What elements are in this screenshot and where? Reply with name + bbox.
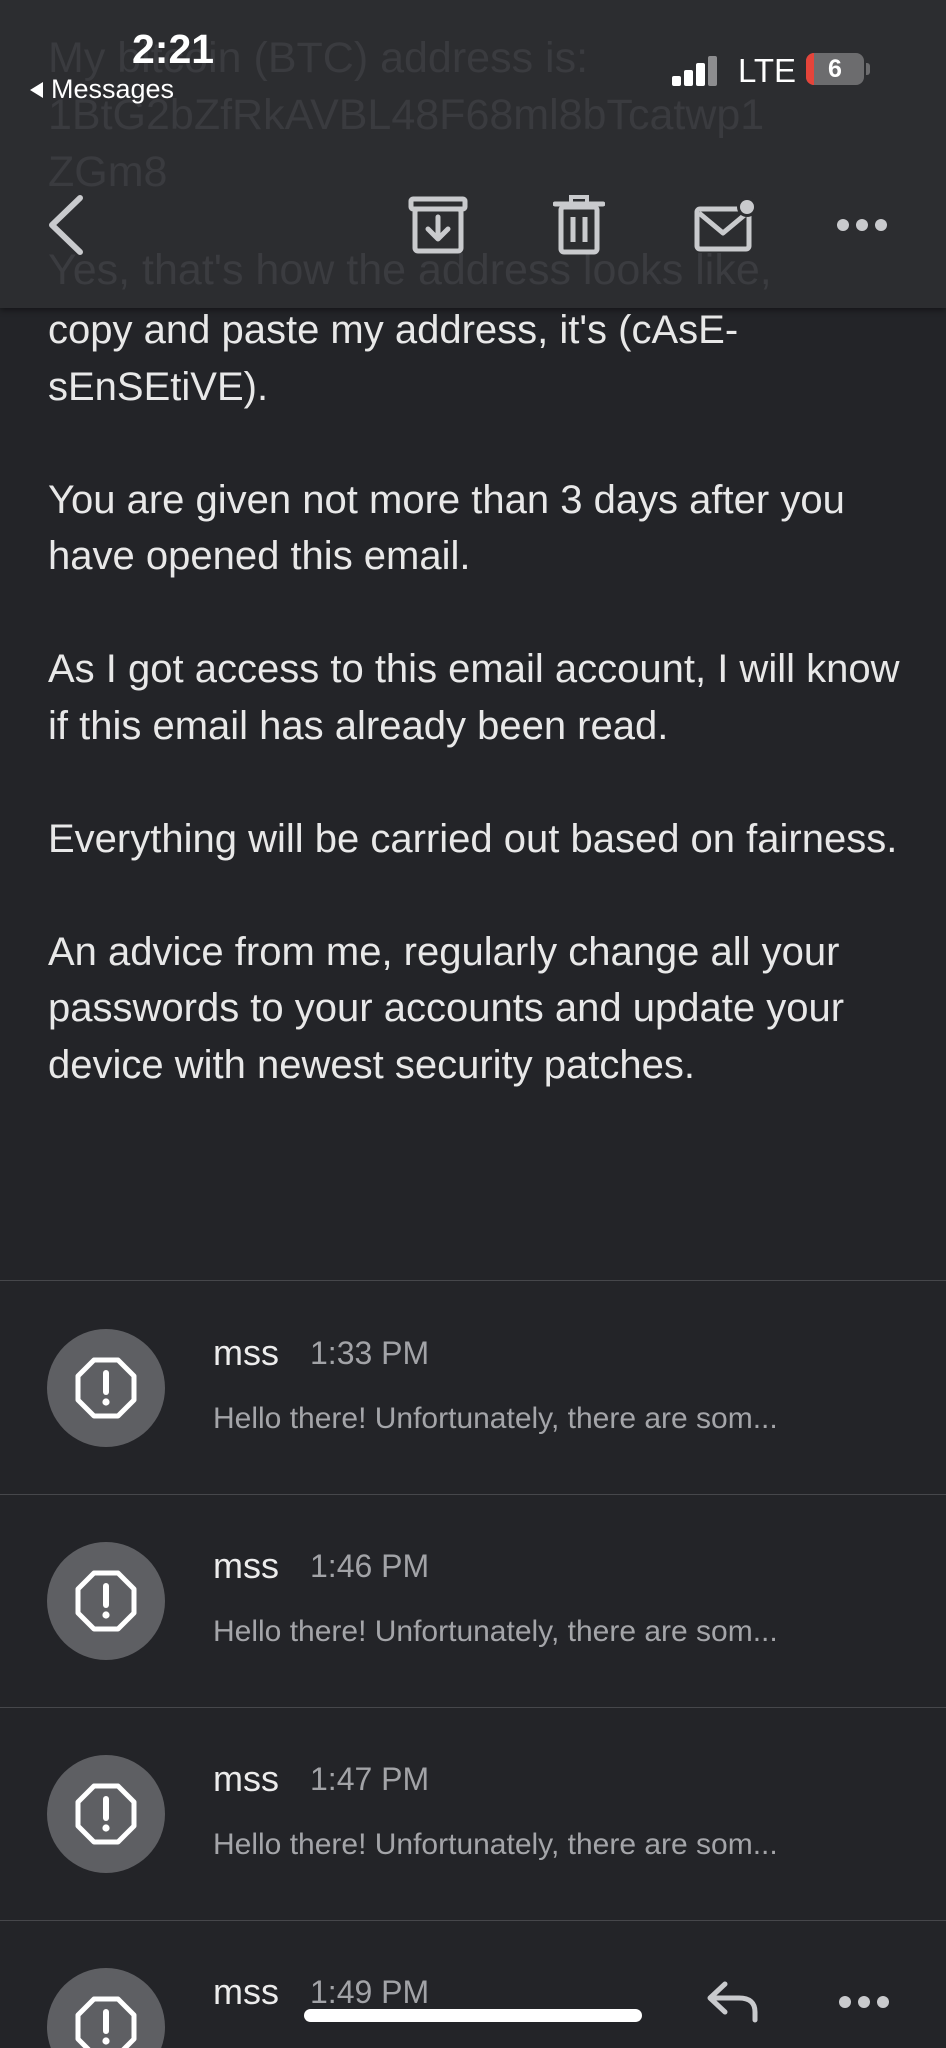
more-options-button[interactable]	[830, 184, 894, 266]
sender-name: mss	[213, 1332, 279, 1373]
avatar	[47, 1542, 165, 1660]
sender-name: mss	[213, 1758, 279, 1799]
sender-name: mss	[213, 1545, 279, 1586]
battery-icon: 6	[806, 53, 864, 85]
status-time: 2:21	[132, 26, 215, 72]
battery-level: 6	[828, 55, 842, 83]
more-icon	[839, 1996, 889, 2008]
signal-strength-icon	[672, 56, 720, 86]
trash-icon	[553, 195, 605, 255]
network-type: LTE	[738, 52, 797, 89]
mark-unread-button[interactable]	[684, 184, 768, 266]
thread-message-row-open[interactable]: mss 1:49 PM	[0, 1921, 946, 2048]
avatar	[47, 1755, 165, 1873]
email-body: copy and paste my address, it's (cAsE-sE…	[48, 302, 908, 1150]
battery-cap	[866, 63, 870, 75]
header-bar: My bitcoin (BTC) address is: 1BtG2bZfRkA…	[0, 0, 946, 308]
message-time: 1:46 PM	[310, 1548, 430, 1584]
more-icon	[837, 219, 887, 231]
scrolled-text-behind-toolbar: Yes, that's how the address looks like,	[48, 246, 772, 294]
archive-button[interactable]	[400, 184, 476, 266]
reply-icon	[707, 1981, 758, 2023]
thread-message-row[interactable]: mss 1:47 PM Hello there! Unfortunately, …	[0, 1708, 946, 1920]
archive-icon	[408, 196, 468, 254]
reply-button[interactable]	[700, 1962, 766, 2042]
email-paragraph: An advice from me, regularly change all …	[48, 929, 845, 1087]
thread-message-row[interactable]: mss 1:33 PM Hello there! Unfortunately, …	[0, 1282, 946, 1494]
message-more-button[interactable]	[832, 1962, 896, 2042]
message-snippet: Hello there! Unfortunately, there are so…	[213, 1402, 778, 1435]
avatar	[47, 1968, 165, 2048]
warning-icon	[75, 1996, 137, 2048]
email-paragraph: Everything will be carried out based on …	[48, 816, 898, 861]
mail-unread-icon	[694, 197, 757, 252]
message-snippet: Hello there! Unfortunately, there are so…	[213, 1828, 778, 1861]
warning-icon	[75, 1357, 137, 1419]
back-app-label: Messages	[51, 74, 175, 104]
email-paragraph: As I got access to this email account, I…	[48, 647, 900, 748]
back-to-app-link[interactable]: Messages	[30, 74, 174, 105]
chevron-left-icon	[49, 195, 83, 255]
warning-icon	[75, 1570, 137, 1632]
message-time: 1:33 PM	[310, 1335, 430, 1371]
message-snippet: Hello there! Unfortunately, there are so…	[213, 1615, 778, 1648]
home-indicator[interactable]	[304, 2009, 642, 2022]
message-time: 1:49 PM	[310, 1974, 430, 2010]
warning-icon	[75, 1783, 137, 1845]
sender-name: mss	[213, 1971, 279, 2012]
delete-button[interactable]	[544, 184, 614, 266]
divider	[0, 1280, 946, 1281]
back-triangle-icon	[30, 81, 43, 98]
email-paragraph: copy and paste my address, it's (cAsE-sE…	[48, 308, 739, 409]
back-button[interactable]	[36, 184, 96, 266]
message-time: 1:47 PM	[310, 1761, 430, 1797]
thread-message-row[interactable]: mss 1:46 PM Hello there! Unfortunately, …	[0, 1495, 946, 1707]
avatar	[47, 1329, 165, 1447]
email-paragraph: You are given not more than 3 days after…	[48, 477, 845, 579]
